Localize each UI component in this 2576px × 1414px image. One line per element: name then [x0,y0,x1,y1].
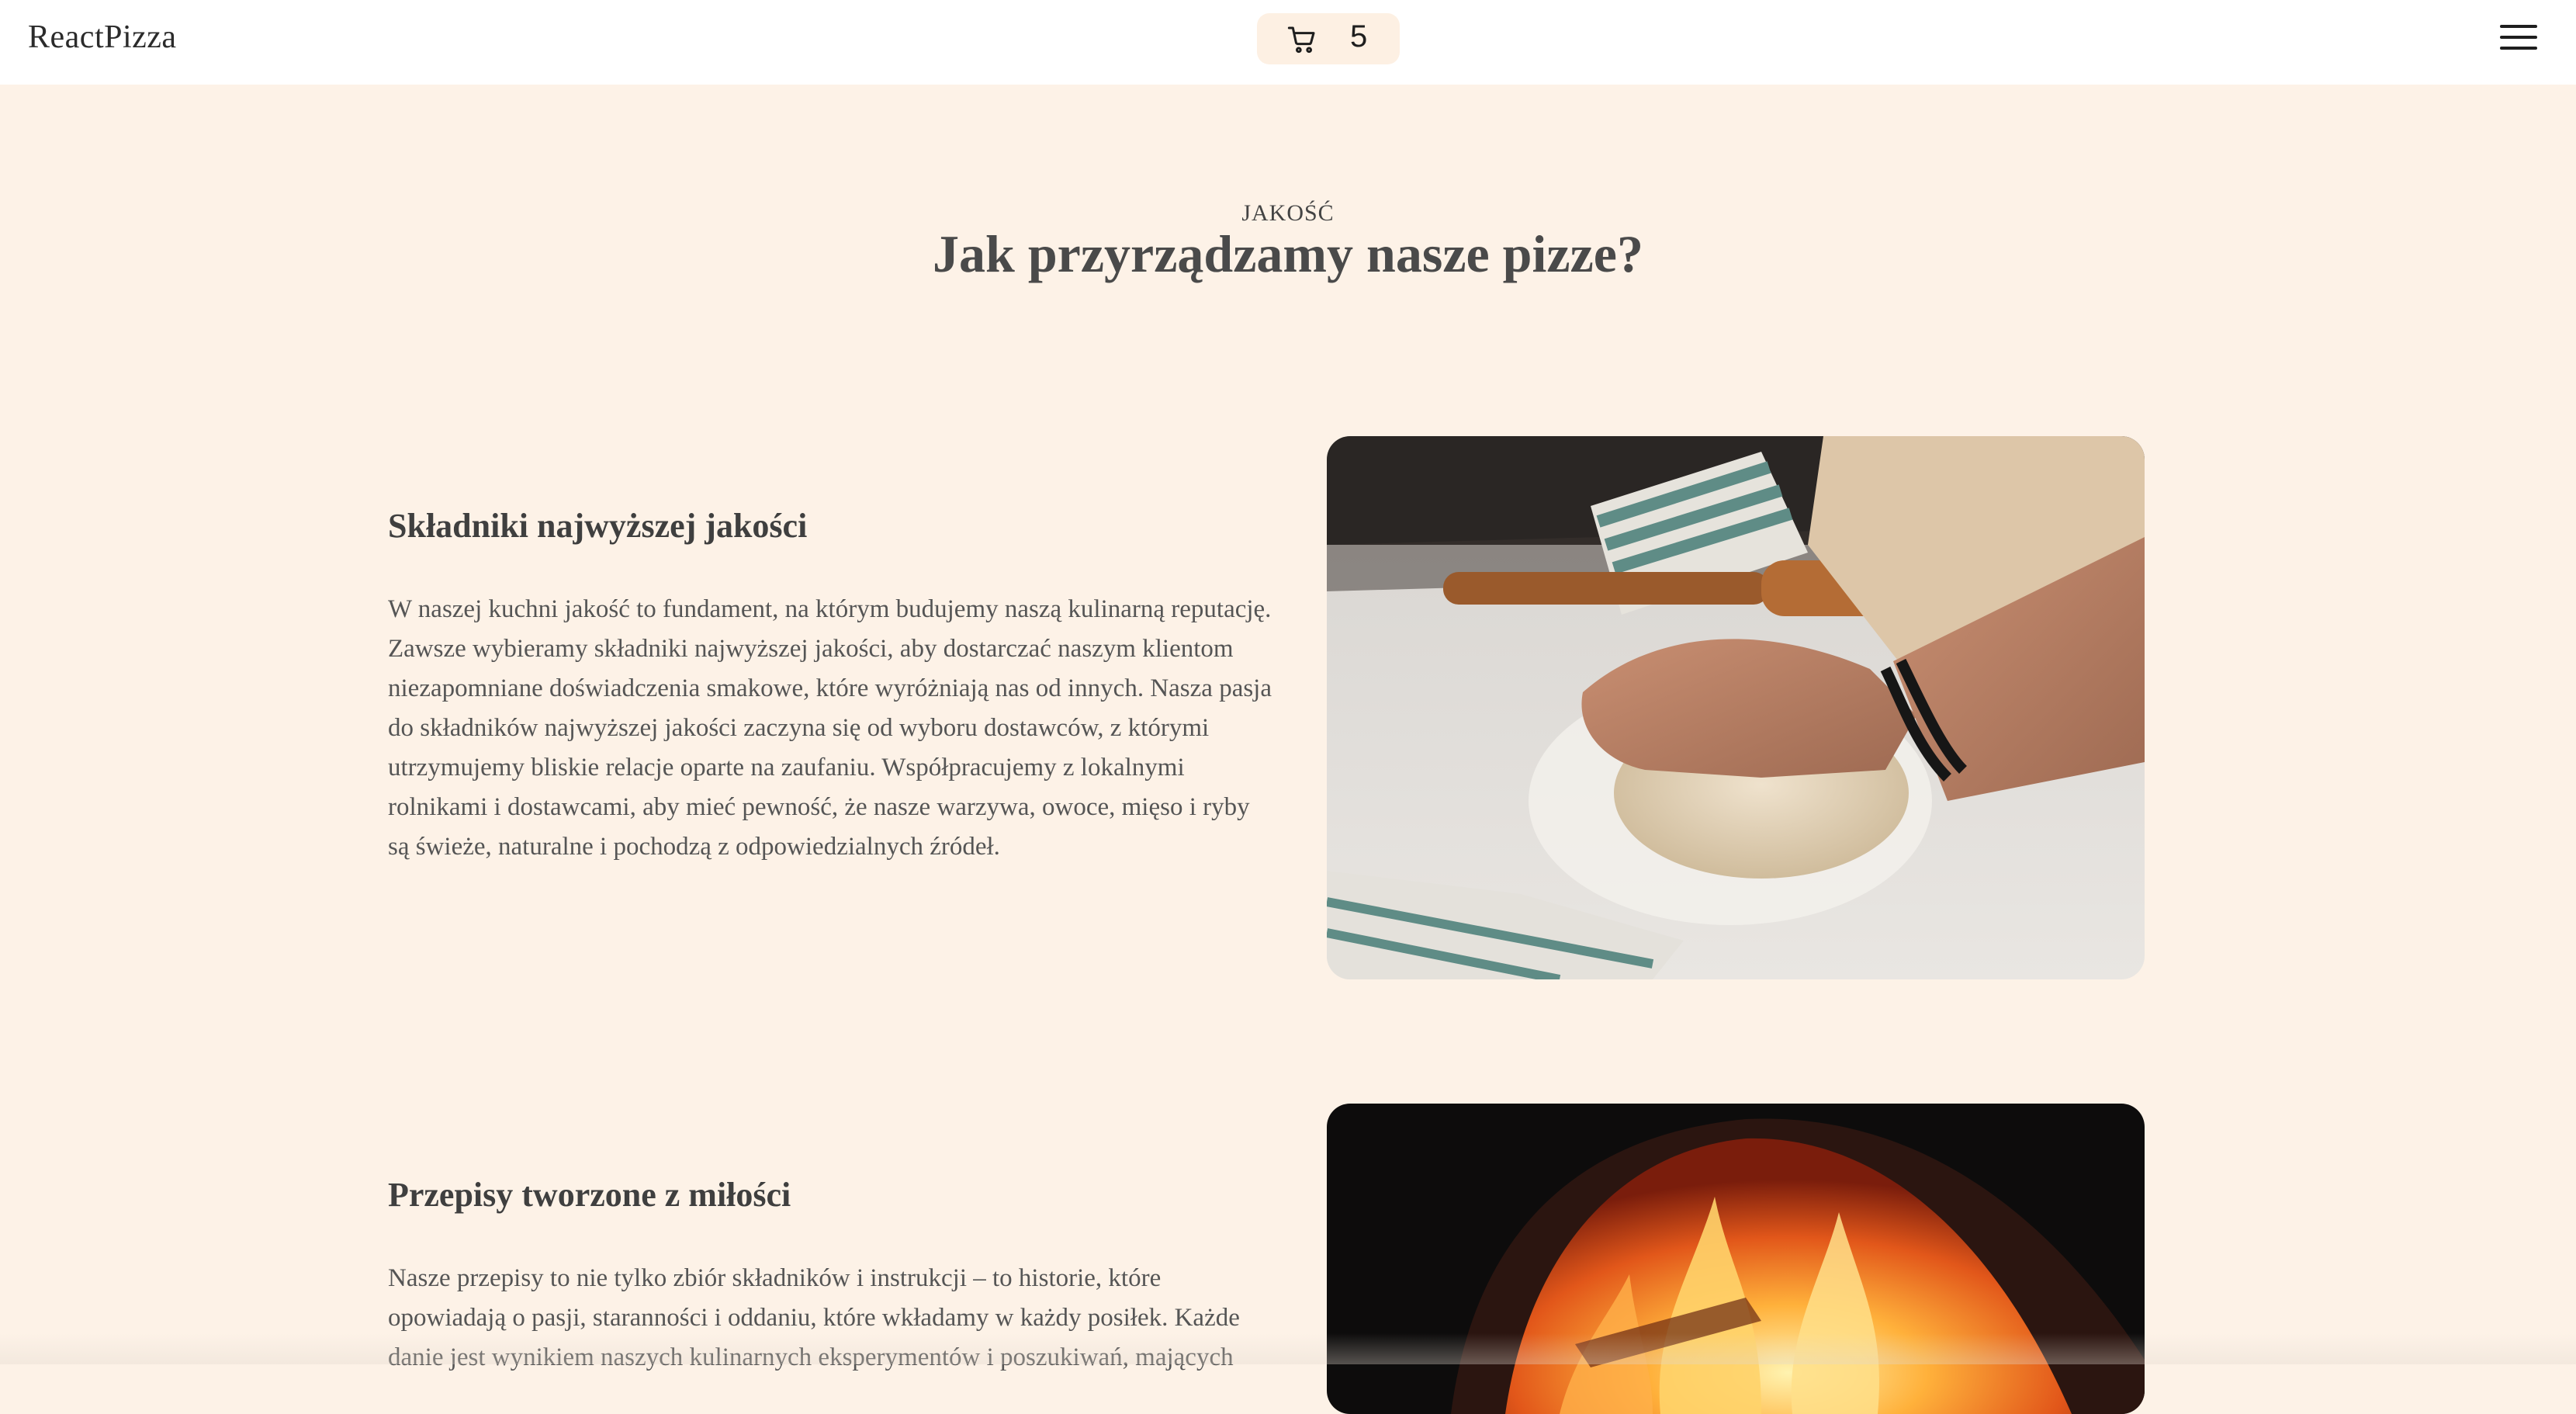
section-label: JAKOŚĆ [0,200,2576,227]
feature-text: W naszej kuchni jakość to fundament, na … [388,590,1272,867]
cart-count: 5 [1350,19,1367,54]
feature-title: Przepisy tworzone z miłości [388,1175,791,1215]
dough-kneading-image [1327,436,2145,979]
cart-icon [1286,24,1317,55]
section-title: Jak przyrządzamy nasze pizze? [0,224,2576,285]
top-navbar: ReactPizza 5 [0,0,2576,85]
cart-button[interactable]: 5 [1257,13,1400,64]
hamburger-menu-button[interactable] [2500,22,2537,53]
feature-title: Składniki najwyższej jakości [388,506,807,546]
oven-fire-image [1327,1104,2145,1414]
logo[interactable]: ReactPizza [28,19,177,56]
bottom-fade [0,1333,2576,1364]
